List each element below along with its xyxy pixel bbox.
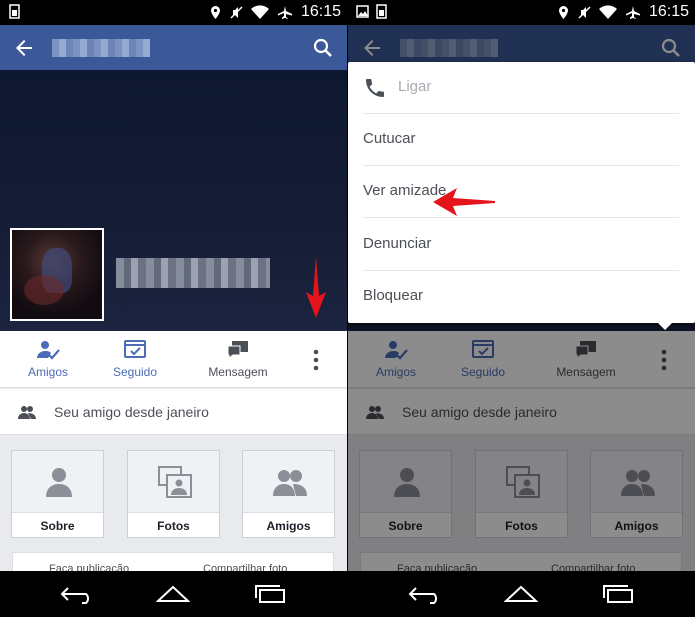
nav-home-icon[interactable] <box>504 584 538 604</box>
back-arrow-icon[interactable] <box>12 36 36 60</box>
photos-card-label: Fotos <box>157 519 190 533</box>
person-icon <box>46 468 72 497</box>
message-icon <box>227 341 248 359</box>
menu-pointer <box>657 322 673 330</box>
mute-icon <box>230 5 243 19</box>
navigation-bar <box>0 571 347 617</box>
phone-icon <box>366 79 384 97</box>
status-time: 16:15 <box>300 3 341 20</box>
profile-cards: Sobre Fotos Amigos <box>0 436 347 554</box>
red-left-arrow-icon <box>433 188 495 216</box>
nav-recent-apps-icon[interactable] <box>254 584 288 604</box>
menu-item-label: Cutucar <box>363 130 416 147</box>
menu-item-label: Denunciar <box>363 235 432 252</box>
friends-card[interactable]: Amigos <box>242 450 335 538</box>
menu-item-see-friendship[interactable]: Ver amizade <box>363 166 679 218</box>
friendship-info-row: Seu amigo desde janeiro <box>0 389 347 435</box>
about-card-label: Sobre <box>40 519 75 533</box>
search-icon[interactable] <box>311 36 335 60</box>
friend-since-text: Seu amigo desde janeiro <box>54 404 209 420</box>
menu-item-call: Ligar <box>363 62 679 114</box>
friends-label: Amigos <box>27 365 68 379</box>
following-button[interactable]: Seguido <box>95 339 175 379</box>
friend-check-icon <box>37 341 60 360</box>
post-actions-row: Faça publicação Compartilhar foto <box>12 552 334 575</box>
mute-icon <box>578 5 591 19</box>
menu-item-report[interactable]: Denunciar <box>363 219 679 271</box>
photos-icon <box>158 466 192 498</box>
red-down-arrow-icon <box>306 256 326 318</box>
airplane-icon <box>277 5 292 19</box>
message-button[interactable]: Mensagem <box>198 339 278 379</box>
battery-saver-icon <box>9 4 20 19</box>
following-icon <box>124 340 146 358</box>
about-card[interactable]: Sobre <box>11 450 104 538</box>
friends-button[interactable]: Amigos <box>8 339 88 379</box>
wifi-icon <box>598 4 617 19</box>
photos-card[interactable]: Fotos <box>127 450 220 538</box>
blurred-profile-name <box>52 39 150 57</box>
image-icon <box>356 5 369 18</box>
friends-card-label: Amigos <box>266 519 311 533</box>
app-bar <box>0 25 347 70</box>
more-options-menu: Ligar Cutucar Ver amizade Denunciar Bloq… <box>348 62 695 323</box>
menu-item-poke[interactable]: Cutucar <box>363 114 679 166</box>
profile-picture[interactable] <box>10 228 104 321</box>
friends-icon <box>18 406 36 419</box>
menu-item-label: Ligar <box>398 78 432 95</box>
status-bar: 16:15 <box>0 0 347 25</box>
nav-home-icon[interactable] <box>156 584 190 604</box>
friends-group-icon <box>273 470 307 496</box>
nav-recent-apps-icon[interactable] <box>602 584 636 604</box>
message-label: Mensagem <box>208 365 268 379</box>
menu-item-label: Bloquear <box>363 287 424 304</box>
nav-back-icon[interactable] <box>60 584 94 604</box>
more-options-icon[interactable] <box>306 348 326 372</box>
battery-saver-icon <box>376 4 387 19</box>
location-icon <box>558 5 568 19</box>
navigation-bar <box>348 571 695 617</box>
profile-action-row: Amigos Seguido Mensagem <box>0 331 347 388</box>
status-time: 16:15 <box>648 3 689 20</box>
menu-item-block[interactable]: Bloquear <box>363 271 679 323</box>
location-icon <box>210 5 220 19</box>
blurred-user-name <box>116 258 270 288</box>
nav-back-icon[interactable] <box>408 584 442 604</box>
wifi-icon <box>250 4 269 19</box>
airplane-icon <box>625 5 640 19</box>
following-label: Seguido <box>112 365 158 379</box>
phone-screen-right: 16:15 Amigos Seguido Mensagem Seu amigo … <box>348 0 695 617</box>
cover-photo <box>0 70 347 331</box>
phone-screen-left: 16:15 Amigos Seguido Mensagem Seu amigo … <box>0 0 347 617</box>
status-bar: 16:15 <box>348 0 695 25</box>
